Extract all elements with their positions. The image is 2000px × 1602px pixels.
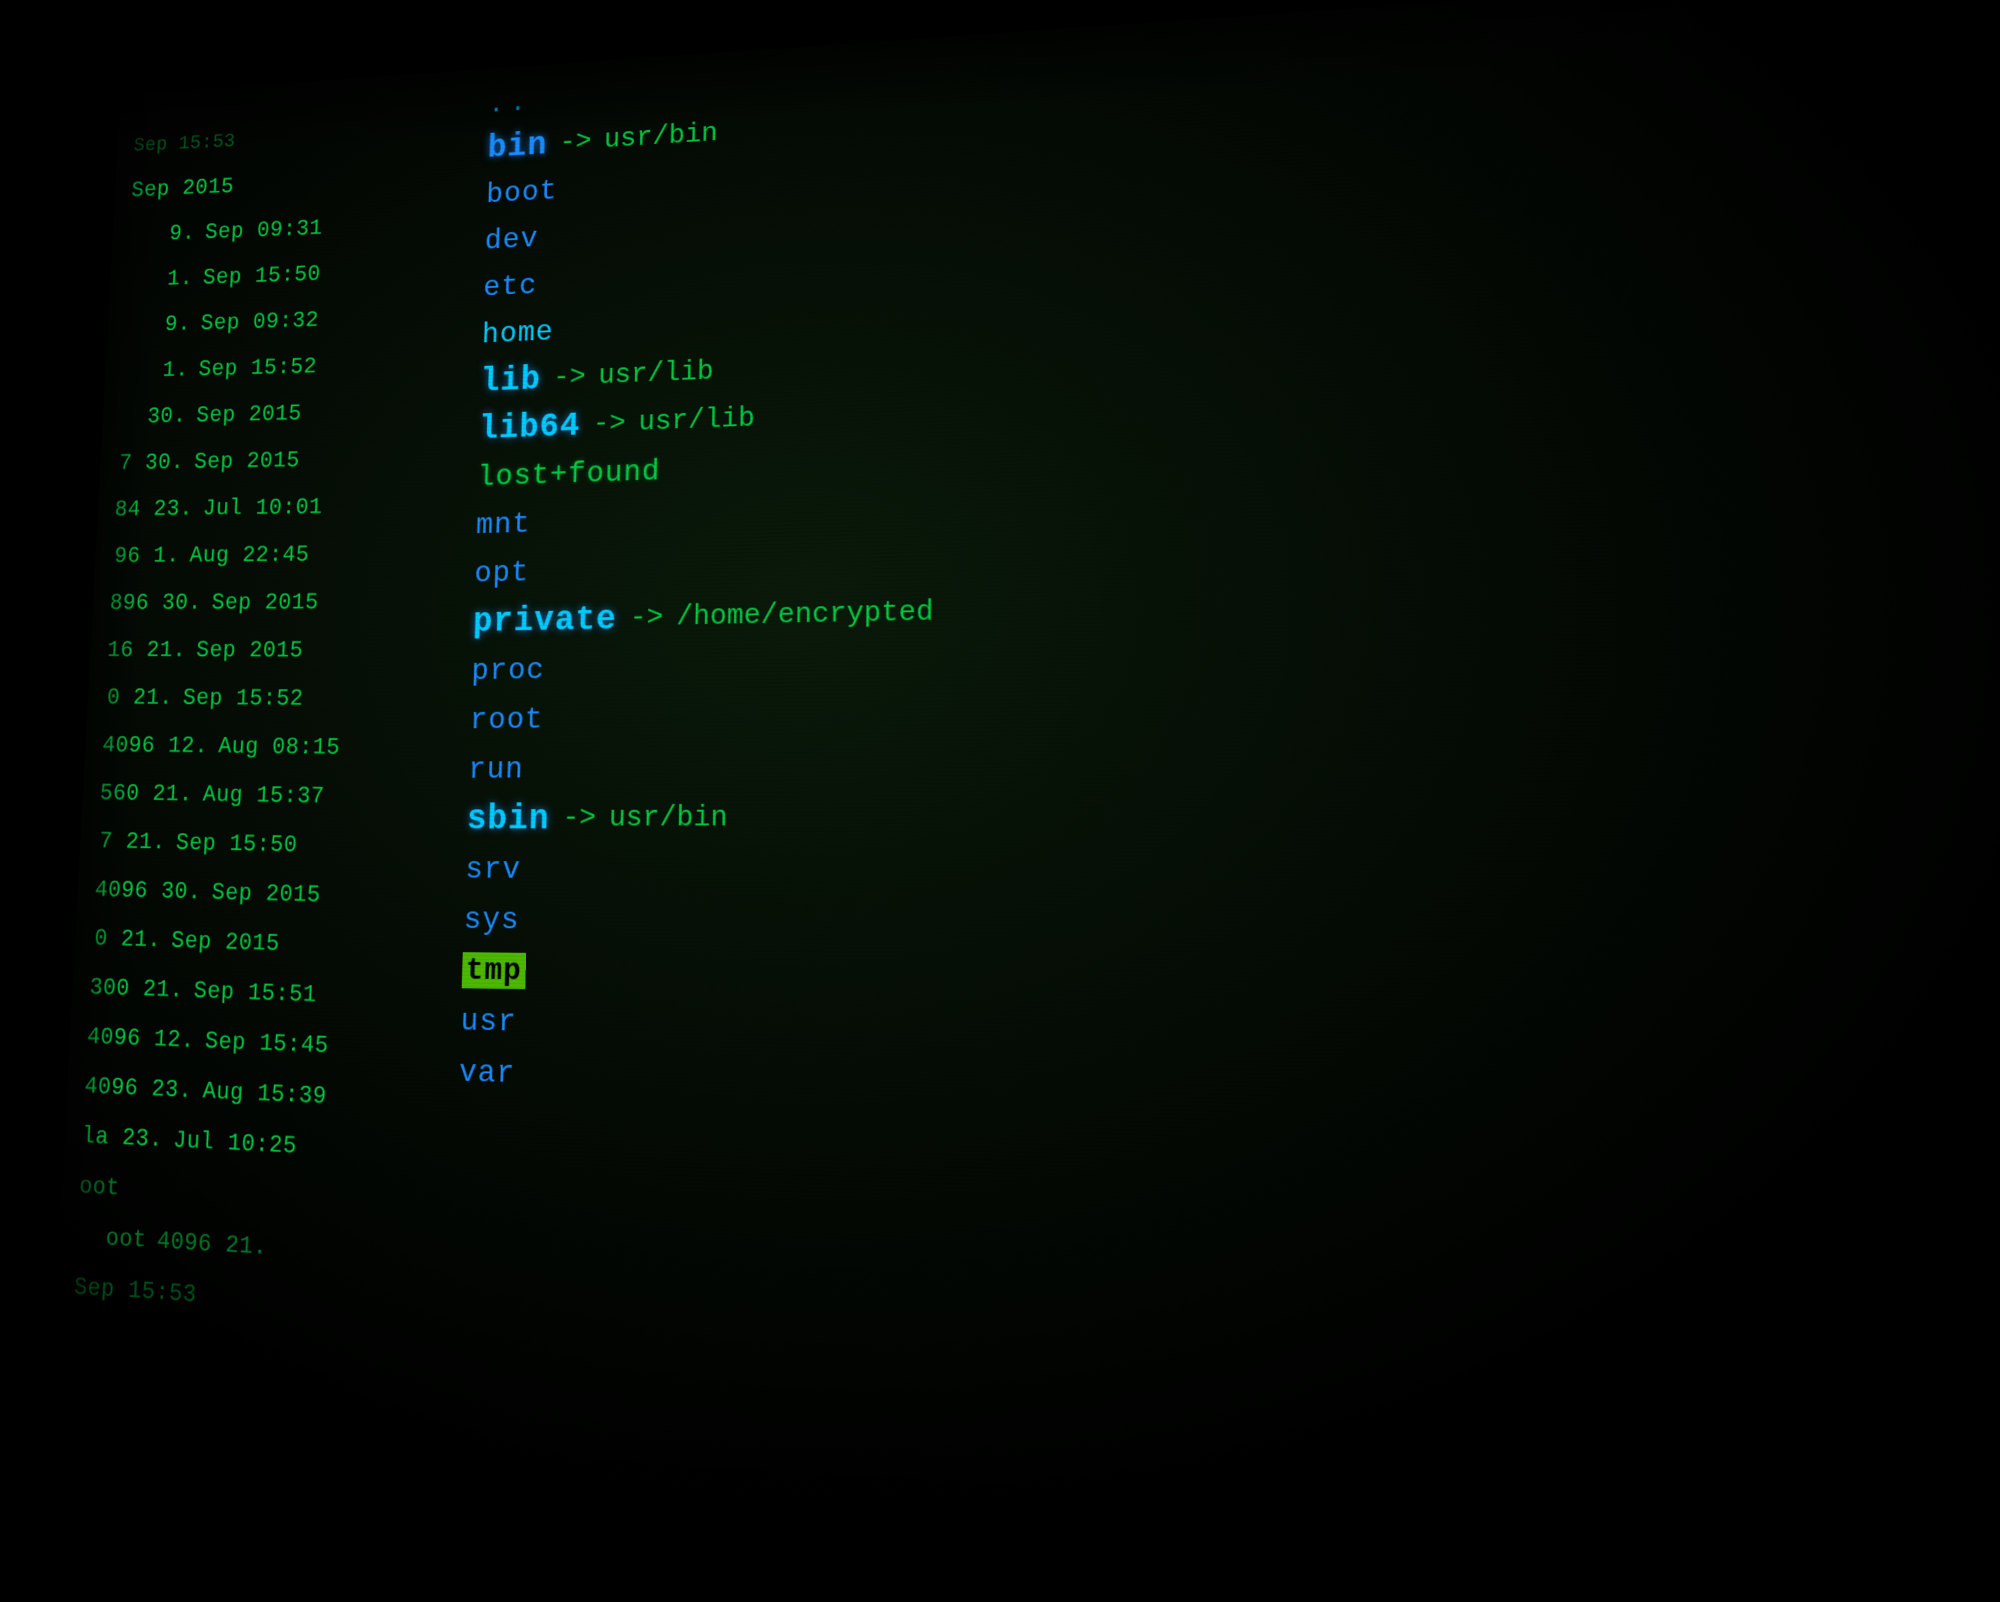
right-column: .. bin -> usr/bin boot dev etc home xyxy=(436,0,2000,1597)
list-item: 7 30. Sep 2015 xyxy=(116,433,523,487)
terminal-screen: Sep 15:53 Sep 2015 9. Sep 09:31 1. Sep 1… xyxy=(47,0,2000,1602)
list-item: 560 21. Aug 15:37 xyxy=(99,769,514,824)
list-item: srv xyxy=(465,844,1992,903)
list-item: 30. Sep 2015 xyxy=(118,385,524,440)
list-item: 0 21. Sep 15:52 xyxy=(104,674,517,725)
list-item: 84 23. Jul 10:01 xyxy=(114,481,522,533)
list-item: sbin -> usr/bin xyxy=(466,788,1988,845)
list-item: 4096 12. Aug 08:15 xyxy=(101,722,515,775)
list-item: 896 30. Sep 2015 xyxy=(109,578,520,627)
terminal-content: Sep 15:53 Sep 2015 9. Sep 09:31 1. Sep 1… xyxy=(47,0,2000,1602)
list-item: 96 1. Aug 22:45 xyxy=(111,529,521,580)
list-item: 16 21. Sep 2015 xyxy=(106,627,518,676)
